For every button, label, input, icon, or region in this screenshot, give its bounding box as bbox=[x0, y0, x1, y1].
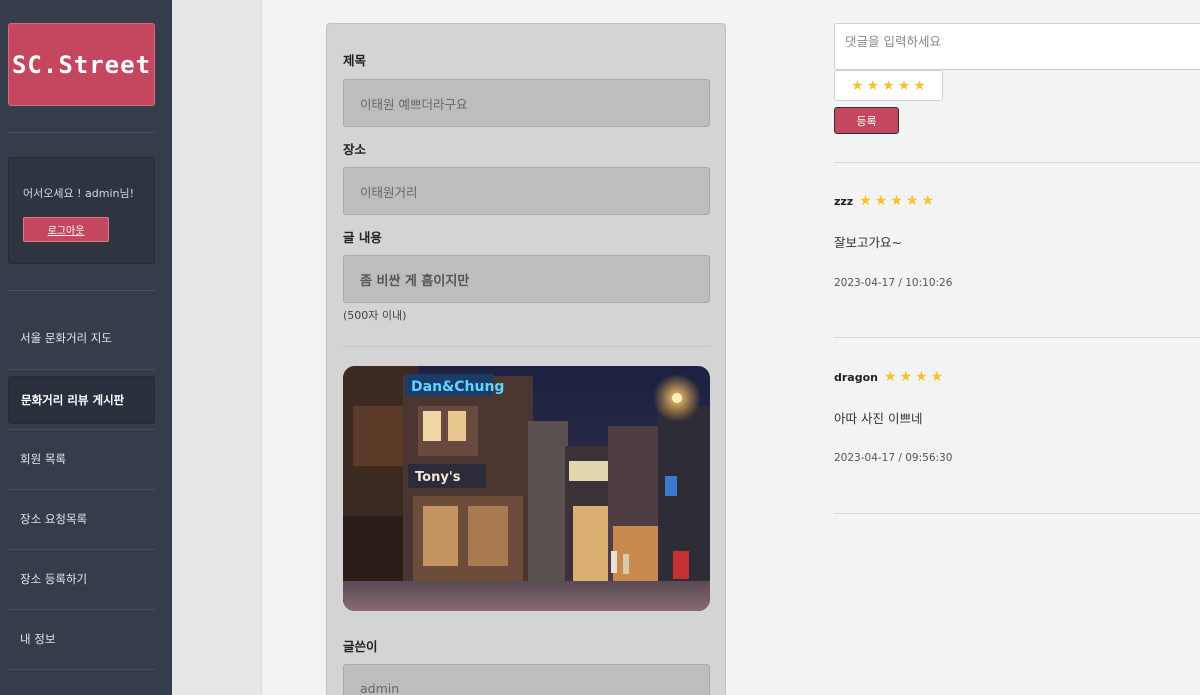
sidebar-divider bbox=[8, 290, 155, 291]
sidebar-item-members[interactable]: 회원 목록 bbox=[8, 435, 155, 483]
comment-author: zzz bbox=[834, 194, 854, 208]
svg-text:Dan&Chung: Dan&Chung bbox=[411, 379, 504, 395]
logo-text: SC.Street bbox=[11, 50, 152, 79]
star-icon[interactable]: ★ bbox=[898, 79, 911, 93]
post-card: 제목 이태원 예쁘더라구요 장소 이태원거리 글 내용 좀 비싼 게 흠이지만 … bbox=[326, 23, 726, 695]
sidebar-divider bbox=[8, 132, 155, 133]
sidebar-item-my-info[interactable]: 내 정보 bbox=[8, 615, 155, 663]
rating-selector[interactable]: ★ ★ ★ ★ ★ bbox=[834, 70, 943, 101]
place-label: 장소 bbox=[343, 142, 367, 157]
nav-separator bbox=[8, 429, 155, 430]
nav-separator bbox=[8, 549, 155, 550]
comment-divider bbox=[834, 162, 1200, 163]
comment-rating: ★ ★ ★ ★ ★ bbox=[859, 194, 934, 208]
star-icon: ★ bbox=[874, 193, 888, 209]
nav-separator bbox=[8, 609, 155, 610]
place-field[interactable]: 이태원거리 bbox=[343, 167, 710, 215]
sidebar-item-register-place[interactable]: 장소 등록하기 bbox=[8, 555, 155, 603]
comment-author: dragon bbox=[834, 370, 878, 384]
star-icon: ★ bbox=[915, 369, 928, 385]
comment-date: 2023-04-17 / 09:56:30 bbox=[834, 452, 953, 464]
street-photo-image: Dan&Chung Tony's bbox=[343, 366, 710, 611]
nav-separator bbox=[8, 369, 155, 370]
card-separator bbox=[343, 346, 710, 347]
star-icon[interactable]: ★ bbox=[882, 79, 895, 93]
title-field[interactable]: 이태원 예쁘더라구요 bbox=[343, 79, 710, 127]
star-icon: ★ bbox=[921, 193, 935, 209]
submit-comment-button[interactable]: 등록 bbox=[834, 107, 899, 134]
welcome-text: 어서오세요 ! admin님! bbox=[23, 187, 134, 200]
content-label: 글 내용 bbox=[343, 230, 382, 245]
star-icon: ★ bbox=[883, 369, 897, 385]
logo[interactable]: SC.Street bbox=[8, 23, 155, 106]
star-icon[interactable]: ★ bbox=[851, 79, 864, 93]
star-icon: ★ bbox=[859, 193, 872, 209]
author-label: 글쓴이 bbox=[343, 639, 378, 654]
star-icon[interactable]: ★ bbox=[913, 79, 926, 93]
welcome-box: 어서오세요 ! admin님! 로그아웃 bbox=[8, 157, 155, 264]
title-label: 제목 bbox=[343, 53, 367, 68]
author-field[interactable]: admin bbox=[343, 664, 710, 695]
comment-rating: ★ ★ ★ ★ bbox=[884, 370, 943, 384]
comment-text: 잘보고가요~ bbox=[834, 235, 902, 250]
sidebar: SC.Street 어서오세요 ! admin님! 로그아웃 서울 문화거리 지… bbox=[0, 0, 172, 695]
content-gutter bbox=[172, 0, 262, 695]
comment-date: 2023-04-17 / 10:10:26 bbox=[834, 277, 953, 289]
comment-author-row: zzz ★ ★ ★ ★ ★ bbox=[834, 194, 934, 208]
comment-input[interactable]: 댓글을 입력하세요 bbox=[834, 23, 1200, 70]
nav-separator bbox=[8, 489, 155, 490]
star-icon: ★ bbox=[930, 369, 944, 385]
comment-text: 아따 사진 이쁘네 bbox=[834, 411, 923, 426]
comment-divider bbox=[834, 513, 1200, 514]
sidebar-item-place-requests[interactable]: 장소 요청목록 bbox=[8, 495, 155, 543]
star-icon[interactable]: ★ bbox=[867, 79, 880, 93]
sidebar-item-map[interactable]: 서울 문화거리 지도 bbox=[8, 314, 155, 362]
star-icon: ★ bbox=[905, 193, 919, 209]
star-icon: ★ bbox=[899, 369, 913, 385]
content-hint: (500자 이내) bbox=[343, 309, 407, 322]
sidebar-item-review-board[interactable]: 문화거리 리뷰 게시판 bbox=[8, 376, 155, 424]
content-field[interactable]: 좀 비싼 게 흠이지만 bbox=[343, 255, 710, 303]
logout-button[interactable]: 로그아웃 bbox=[23, 217, 109, 242]
post-photo: Dan&Chung Tony's bbox=[343, 366, 710, 611]
comment-divider bbox=[834, 337, 1200, 338]
comment-author-row: dragon ★ ★ ★ ★ bbox=[834, 370, 943, 384]
svg-text:Tony's: Tony's bbox=[415, 470, 461, 485]
nav-separator bbox=[8, 669, 155, 670]
star-icon: ★ bbox=[890, 193, 903, 209]
